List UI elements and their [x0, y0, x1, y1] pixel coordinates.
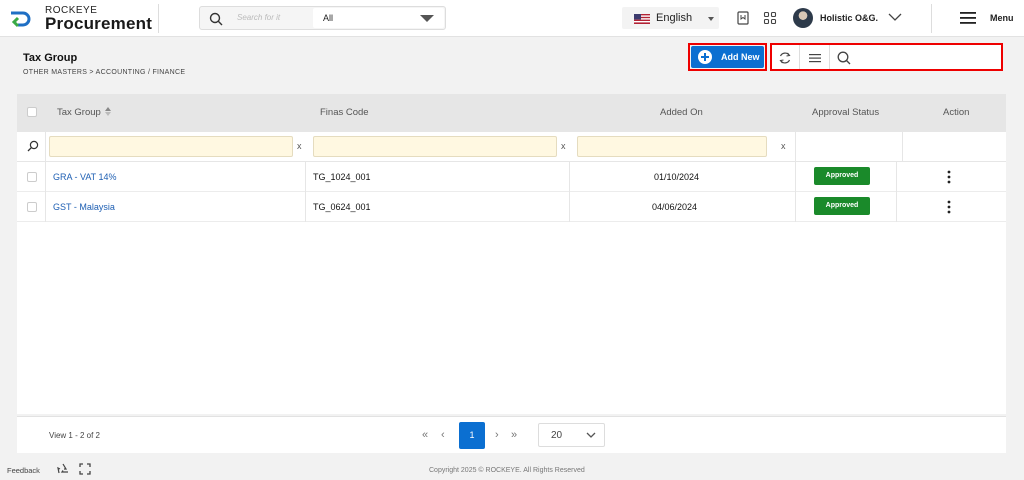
- feedback-link[interactable]: Feedback: [7, 466, 40, 475]
- filter-clear-added-on[interactable]: x: [781, 141, 786, 151]
- caret-down-icon: [420, 15, 434, 22]
- rockeye-logo-icon[interactable]: [8, 9, 32, 29]
- top-bar: ROCKEYE Procurement Search for it All En…: [0, 0, 1024, 37]
- divider: [896, 162, 897, 192]
- added-on-cell: 01/10/2024: [654, 172, 700, 182]
- first-page-icon[interactable]: «: [422, 429, 428, 441]
- plus-icon: [698, 50, 712, 64]
- table-tools: [770, 43, 1003, 71]
- divider: [795, 132, 796, 162]
- table-row[interactable]: GRA - VAT 14% TG_1024_001 01/10/2024 App…: [17, 162, 1006, 192]
- divider: [795, 162, 796, 192]
- page-size-value: 20: [551, 430, 563, 441]
- status-badge: Approved: [814, 197, 870, 215]
- search-scope-select[interactable]: All: [313, 8, 444, 28]
- prev-page-icon[interactable]: ‹: [441, 429, 445, 441]
- filter-clear-tax-group[interactable]: x: [297, 141, 302, 151]
- divider: [896, 192, 897, 222]
- user-name[interactable]: Holistic O&G.: [820, 13, 878, 23]
- view-info: View 1 - 2 of 2: [49, 431, 100, 440]
- chevron-down-icon: [586, 432, 596, 438]
- filter-tax-group-input[interactable]: [49, 136, 293, 157]
- list-view-icon[interactable]: [805, 48, 825, 68]
- add-new-button[interactable]: Add New: [691, 46, 764, 68]
- select-all-checkbox[interactable]: [27, 107, 37, 117]
- divider: [799, 45, 800, 69]
- refresh-icon[interactable]: [775, 48, 795, 68]
- language-label: English: [656, 12, 693, 24]
- divider: [305, 162, 306, 192]
- tax-group-table: Tax Group Finas Code Added On Approval S…: [17, 94, 1006, 414]
- status-badge: Approved: [814, 167, 870, 185]
- brand-name: Procurement: [45, 14, 153, 33]
- filter-search-icon: [27, 140, 39, 152]
- search-input[interactable]: Search for it: [237, 13, 280, 22]
- table-header: Tax Group Finas Code Added On Approval S…: [17, 94, 1006, 132]
- avatar[interactable]: [793, 8, 813, 28]
- table-row[interactable]: GST - Malaysia TG_0624_001 04/06/2024 Ap…: [17, 192, 1006, 222]
- filter-finas-code-input[interactable]: [313, 136, 557, 157]
- finas-code-cell: TG_1024_001: [313, 172, 371, 182]
- divider: [569, 162, 570, 192]
- divider: [902, 132, 903, 162]
- current-page-button[interactable]: 1: [459, 422, 485, 449]
- last-page-icon[interactable]: »: [511, 429, 517, 441]
- chevron-down-icon[interactable]: [888, 12, 902, 22]
- hamburger-menu-icon[interactable]: [960, 12, 976, 24]
- search-icon[interactable]: [209, 12, 223, 26]
- kebab-menu-icon[interactable]: [947, 170, 951, 184]
- tax-group-link[interactable]: GRA - VAT 14%: [53, 172, 117, 182]
- divider: [829, 45, 830, 69]
- page-size-select[interactable]: 20: [538, 423, 605, 447]
- search-icon[interactable]: [834, 48, 854, 68]
- column-header-added-on[interactable]: Added On: [660, 107, 703, 118]
- copyright-text: Copyright 2025 © ROCKEYE. All Rights Res…: [429, 467, 585, 474]
- divider: [45, 192, 46, 222]
- divider: [795, 192, 796, 222]
- divider: [45, 132, 46, 162]
- pagination-bar: View 1 - 2 of 2 « ‹ 1 › » 20: [17, 416, 1006, 453]
- filter-row: x x x: [17, 132, 1006, 162]
- recycle-icon[interactable]: [57, 463, 69, 475]
- search-scope-value: All: [323, 13, 334, 23]
- sort-icon[interactable]: [105, 107, 111, 116]
- next-page-icon[interactable]: ›: [495, 429, 499, 441]
- bookmark-icon[interactable]: [736, 11, 750, 25]
- divider: [158, 4, 159, 33]
- column-header-tax-group[interactable]: Tax Group: [57, 107, 101, 118]
- language-select[interactable]: English: [622, 7, 719, 29]
- divider: [45, 162, 46, 192]
- us-flag-icon: [634, 14, 650, 24]
- apps-grid-icon[interactable]: [763, 11, 777, 25]
- row-checkbox[interactable]: [27, 202, 37, 212]
- finas-code-cell: TG_0624_001: [313, 202, 371, 212]
- divider: [931, 4, 932, 33]
- row-checkbox[interactable]: [27, 172, 37, 182]
- column-header-finas-code[interactable]: Finas Code: [320, 107, 369, 118]
- divider: [569, 192, 570, 222]
- global-search: Search for it All: [199, 6, 446, 30]
- added-on-cell: 04/06/2024: [652, 202, 698, 212]
- divider: [305, 192, 306, 222]
- kebab-menu-icon[interactable]: [947, 200, 951, 214]
- column-header-action: Action: [943, 107, 970, 118]
- caret-down-icon: [708, 17, 714, 21]
- filter-clear-finas-code[interactable]: x: [561, 141, 566, 151]
- page-title: Tax Group: [23, 52, 78, 64]
- fullscreen-icon[interactable]: [79, 463, 91, 475]
- column-header-approval-status: Approval Status: [812, 107, 880, 118]
- tax-group-link[interactable]: GST - Malaysia: [53, 202, 115, 212]
- filter-added-on-input[interactable]: [577, 136, 767, 157]
- add-new-label: Add New: [721, 52, 760, 62]
- breadcrumb[interactable]: OTHER MASTERS > ACCOUNTING / FINANCE: [23, 69, 185, 76]
- menu-label[interactable]: Menu: [990, 13, 1014, 23]
